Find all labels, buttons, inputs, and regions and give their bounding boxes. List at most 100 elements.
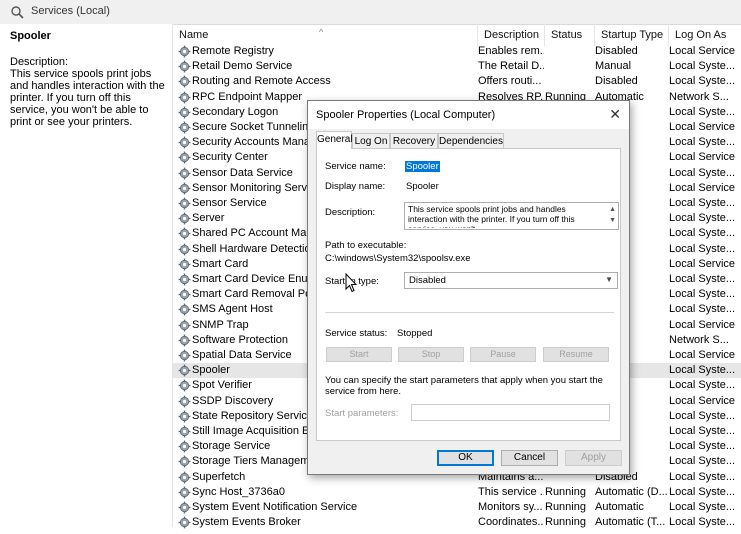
service-startup-cell: Disabled	[595, 75, 638, 88]
chevron-up-icon[interactable]: ▲	[609, 204, 616, 215]
description-text: This service spools print jobs and handl…	[10, 68, 165, 128]
gear-icon	[178, 516, 191, 529]
service-logon-cell: Local Syste...	[669, 136, 736, 149]
service-description-cell: Monitors sy...	[478, 501, 543, 513]
tab-log-on[interactable]: Log On	[352, 133, 390, 149]
gear-icon	[178, 455, 191, 468]
service-logon-cell: Local Syste...	[669, 242, 736, 255]
description-scrollbar[interactable]: ▲ ▼	[609, 204, 616, 226]
service-description-cell: Enables rem...	[478, 45, 544, 57]
service-name-value[interactable]: Spooler	[405, 161, 440, 172]
service-logon-cell: Local Service	[669, 45, 736, 57]
table-row[interactable]: Routing and Remote Access Offers routi...…	[173, 74, 741, 89]
gear-icon	[178, 501, 191, 514]
table-row[interactable]: System Events Broker Coordinates... Runnin…	[173, 515, 741, 530]
stop-button[interactable]: Stop	[398, 347, 464, 362]
column-header-description-label: Description	[484, 29, 540, 41]
sort-ascending-icon: ^	[319, 27, 324, 37]
gear-icon	[178, 212, 191, 225]
column-header-log-on-as[interactable]: Log On As	[669, 24, 741, 46]
description-value: This service spools print jobs and handl…	[408, 204, 575, 228]
service-logon-cell: Network S...	[669, 90, 729, 103]
gear-icon	[178, 440, 191, 453]
close-icon[interactable]: ✕	[609, 106, 621, 123]
table-row[interactable]: Remote Registry Enables rem... Disabled Loc…	[173, 44, 741, 59]
service-logon-cell: Local Syste...	[669, 197, 736, 209]
service-logon-cell: Local Service	[669, 257, 736, 270]
gear-icon	[178, 182, 191, 195]
gear-icon	[178, 410, 191, 423]
cancel-button[interactable]: Cancel	[501, 450, 558, 466]
table-row[interactable]: Sync Host_3736a0 This service ... Running A…	[173, 485, 741, 500]
apply-button[interactable]: Apply	[565, 450, 622, 466]
startup-type-select[interactable]: Disabled ▼	[404, 272, 618, 289]
gear-icon	[178, 121, 191, 134]
service-logon-cell: Local Syste...	[669, 288, 736, 301]
path-value[interactable]: C:\windows\System32\spoolsv.exe	[325, 253, 471, 264]
service-logon-cell: Local Syste...	[669, 379, 736, 392]
service-name-cell: Remote Registry	[192, 45, 274, 57]
column-header-name[interactable]: Name ^	[173, 24, 478, 46]
service-logon-cell: Local Service	[669, 151, 736, 164]
dialog-titlebar: Spooler Properties (Local Computer) ✕	[308, 101, 629, 129]
column-header-status-label: Status	[551, 29, 583, 41]
pause-button[interactable]: Pause	[470, 347, 536, 362]
service-name-cell: Sync Host_3736a0	[192, 485, 285, 498]
column-header-status[interactable]: Status	[545, 24, 595, 46]
tab-general[interactable]: General	[316, 131, 353, 149]
table-row[interactable]: Retail Demo Service The Retail D... Manual…	[173, 59, 741, 74]
service-description-cell: Coordinates...	[478, 516, 544, 529]
service-description-pane: Spooler Description: This service spools…	[0, 24, 173, 527]
gear-icon	[178, 364, 191, 377]
startup-type-value: Disabled	[409, 275, 446, 286]
service-logon-cell: Network S...	[669, 333, 729, 346]
description-heading: Description:	[10, 56, 69, 68]
service-logon-cell: Local Syste...	[669, 485, 736, 498]
mouse-cursor-icon	[345, 273, 357, 293]
selected-service-name: Spooler	[10, 30, 51, 42]
gear-icon	[178, 197, 191, 210]
tab-recovery[interactable]: Recovery	[390, 133, 438, 149]
gear-icon	[178, 75, 191, 88]
path-label: Path to executable:	[325, 240, 407, 251]
service-name-cell: Routing and Remote Access	[192, 75, 331, 88]
service-description-cell: This service ...	[478, 485, 544, 498]
column-header-description[interactable]: Description	[478, 24, 545, 46]
column-header-startup-type[interactable]: Startup Type	[595, 24, 669, 46]
service-status-cell: Running	[545, 485, 586, 498]
service-startup-cell: Automatic	[595, 501, 644, 513]
ok-button[interactable]: OK	[437, 450, 494, 466]
description-textbox[interactable]: This service spools print jobs and handl…	[404, 202, 619, 230]
gear-icon	[178, 106, 191, 119]
service-logon-cell: Local Syste...	[669, 364, 736, 377]
general-tab-panel: Service name: Spooler Display name: Spoo…	[316, 148, 621, 441]
service-logon-cell: Local Syste...	[669, 516, 736, 529]
service-logon-cell: Local Syste...	[669, 425, 736, 437]
start-button[interactable]: Start	[326, 347, 392, 362]
service-logon-cell: Local Syste...	[669, 75, 736, 88]
column-header-name-label: Name	[179, 29, 209, 41]
service-logon-cell: Local Syste...	[669, 303, 736, 316]
start-parameters-input[interactable]	[411, 404, 610, 421]
service-logon-cell: Local Syste...	[669, 501, 736, 513]
service-description-cell: The Retail D...	[478, 60, 544, 73]
gear-icon	[178, 273, 191, 286]
tab-dependencies[interactable]: Dependencies	[438, 133, 504, 149]
service-logon-cell: Local Service	[669, 349, 736, 361]
service-logon-cell: Local Syste...	[669, 212, 736, 225]
service-logon-cell: Local Syste...	[669, 105, 736, 118]
gear-icon	[178, 151, 191, 164]
window-titlebar: Services (Local)	[0, 0, 741, 25]
chevron-down-icon: ▼	[605, 275, 613, 284]
chevron-down-icon[interactable]: ▼	[609, 215, 616, 226]
service-logon-cell: Local Syste...	[669, 470, 736, 483]
display-name-value[interactable]: Spooler	[406, 181, 439, 192]
table-row[interactable]: System Event Notification Service Monitor…	[173, 500, 741, 515]
gear-icon	[178, 167, 191, 180]
gear-icon	[178, 425, 191, 438]
gear-icon	[178, 60, 191, 73]
start-parameters-hint: You can specify the start parameters tha…	[325, 375, 603, 397]
service-startup-cell: Automatic (D...	[595, 485, 668, 498]
service-logon-cell: Local Service	[669, 121, 736, 133]
resume-button[interactable]: Resume	[543, 347, 609, 362]
